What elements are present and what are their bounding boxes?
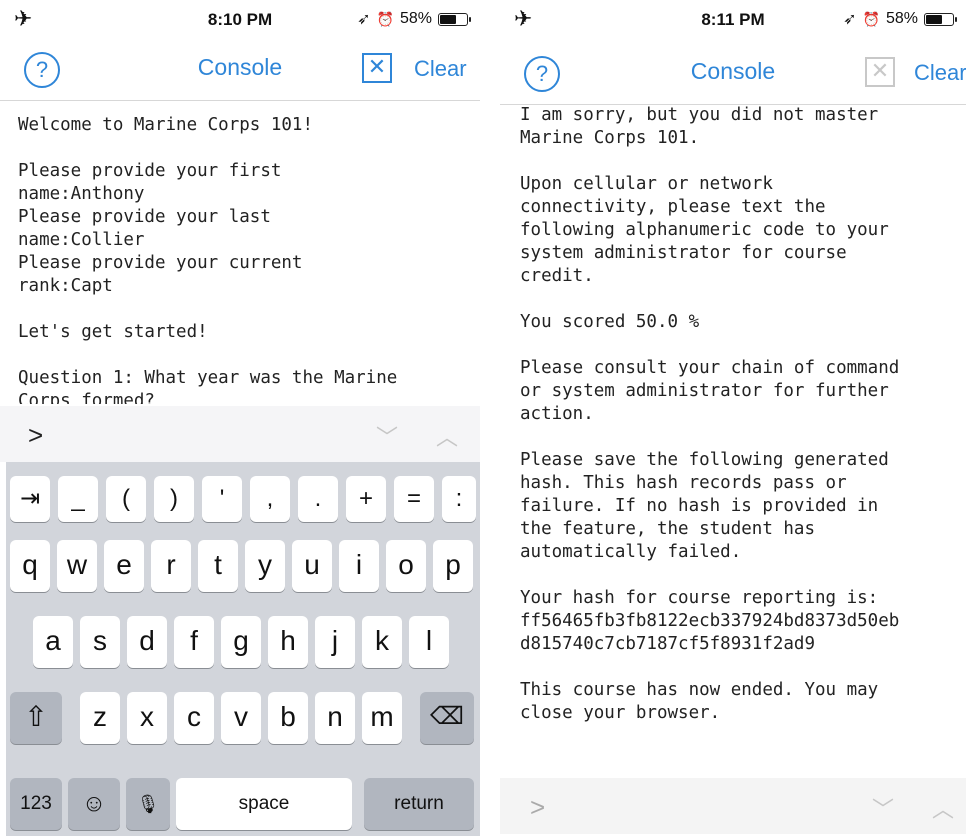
key-r[interactable]: r [151,540,191,592]
key-open-paren[interactable]: ( [106,476,146,522]
clear-x-icon[interactable]: ✕ [362,53,392,83]
key-w[interactable]: w [57,540,97,592]
key-t[interactable]: t [198,540,238,592]
key-m[interactable]: m [362,692,402,744]
key-apostrophe[interactable]: ' [202,476,242,522]
chevron-down-icon[interactable]: ﹀ [376,420,398,452]
clear-x-icon[interactable]: ✕ [865,57,895,87]
key-n[interactable]: n [315,692,355,744]
chevron-up-icon[interactable]: ︿ [436,420,458,452]
key-period[interactable]: . [298,476,338,522]
key-y[interactable]: y [245,540,285,592]
input-prompt: > [530,792,546,822]
battery-icon [924,12,957,26]
key-plus[interactable]: + [346,476,386,522]
key-c[interactable]: c [174,692,214,744]
key-h[interactable]: h [268,616,308,668]
console-input-bar[interactable]: > ﹀ ︿ [0,406,480,462]
emoji-icon[interactable]: ☺ [68,778,120,830]
key-x[interactable]: x [127,692,167,744]
key-f[interactable]: f [174,616,214,668]
battery-icon [438,12,471,26]
key-p[interactable]: p [433,540,473,592]
location-icon: ➶ [843,11,857,28]
key-j[interactable]: j [315,616,355,668]
clear-button[interactable]: Clear [414,56,467,82]
keyboard: ⇥ _ ( ) ' , . + = : q w e r t y u i o p … [6,462,480,836]
key-z[interactable]: z [80,692,120,744]
nav-bar: ? Console ✕ Clear [500,48,966,105]
key-u[interactable]: u [292,540,332,592]
page-title: Console [690,58,776,84]
chevron-down-icon[interactable]: ﹀ [872,792,894,824]
battery-percent: 58% [885,10,918,27]
key-k[interactable]: k [362,616,402,668]
input-prompt: > [28,420,44,450]
return-key[interactable]: return [364,778,474,830]
delete-key[interactable]: ⌫ [420,692,474,744]
right-phone-screen: ✈ 8:11 PM ➶ ⏰ 58% ? Console ✕ Clear I am… [500,0,966,836]
status-right: ➶ ⏰ 58% [357,9,471,29]
clear-button[interactable]: Clear [914,60,966,86]
left-phone-screen: ✈ 8:10 PM ➶ ⏰ 58% ? Console ✕ Clear Welc… [0,0,480,836]
key-underscore[interactable]: _ [58,476,98,522]
key-g[interactable]: g [221,616,261,668]
battery-percent: 58% [399,10,432,27]
space-key[interactable]: space [176,778,352,830]
status-right: ➶ ⏰ 58% [843,9,957,29]
key-q[interactable]: q [10,540,50,592]
page-title: Console [197,54,283,80]
tab-key[interactable]: ⇥ [10,476,50,522]
key-b[interactable]: b [268,692,308,744]
key-v[interactable]: v [221,692,261,744]
status-bar: ✈ 8:11 PM ➶ ⏰ 58% [500,0,966,40]
key-equals[interactable]: = [394,476,434,522]
key-d[interactable]: d [127,616,167,668]
numbers-key[interactable]: 123 [10,778,62,830]
chevron-up-icon[interactable]: ︿ [932,792,954,824]
key-comma[interactable]: , [250,476,290,522]
location-icon: ➶ [357,11,371,28]
key-colon[interactable]: : [442,476,476,522]
key-a[interactable]: a [33,616,73,668]
key-o[interactable]: o [386,540,426,592]
shift-key[interactable]: ⇧ [10,692,62,744]
key-s[interactable]: s [80,616,120,668]
key-close-paren[interactable]: ) [154,476,194,522]
key-e[interactable]: e [104,540,144,592]
alarm-icon: ⏰ [862,10,880,27]
console-input-bar[interactable]: > ﹀ ︿ [500,778,966,834]
console-output: I am sorry, but you did not master Marin… [520,105,900,723]
key-i[interactable]: i [339,540,379,592]
microphone-icon[interactable]: 🎙 [126,778,170,830]
status-bar: ✈ 8:10 PM ➶ ⏰ 58% [0,0,480,40]
alarm-icon: ⏰ [376,10,394,27]
nav-bar: ? Console ✕ Clear [0,44,480,101]
console-output: Welcome to Marine Corps 101! Please prov… [18,115,398,404]
key-l[interactable]: l [409,616,449,668]
